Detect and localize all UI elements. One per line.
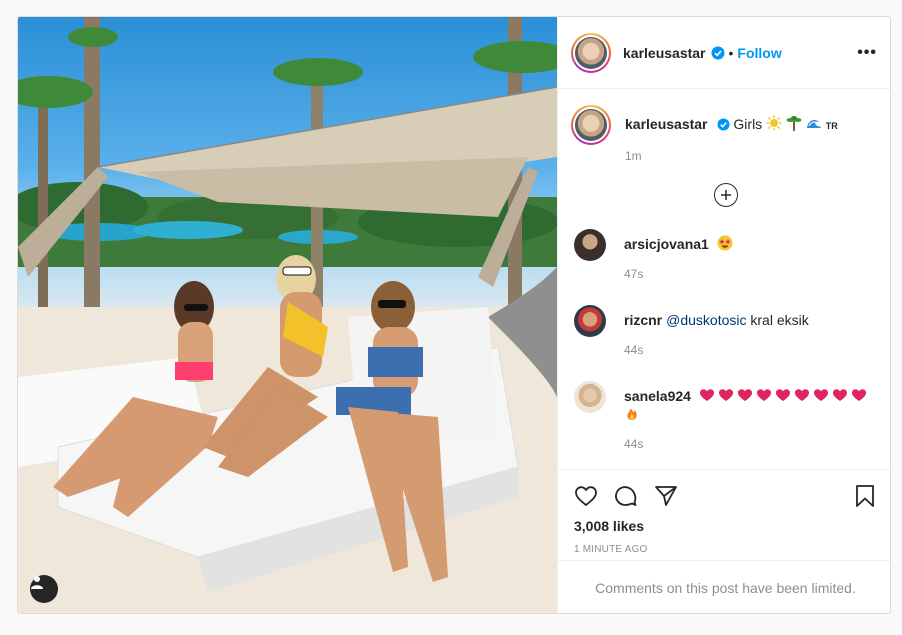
likes-count[interactable]: 3,008 likes xyxy=(574,518,877,534)
share-paper-plane-icon[interactable] xyxy=(654,484,678,508)
star-struck-emoji-icon xyxy=(717,235,733,251)
follow-button[interactable]: Follow xyxy=(737,45,781,61)
comment-item: sanela924 44s xyxy=(574,381,877,453)
plus-circle-icon[interactable] xyxy=(713,183,738,207)
comment-time: 47s xyxy=(624,267,644,281)
post-photo[interactable] xyxy=(18,17,557,613)
comment-username[interactable]: rizcnr xyxy=(624,312,662,328)
more-options-icon[interactable]: ••• xyxy=(857,44,877,62)
palm-tree-emoji-icon xyxy=(786,116,802,131)
commenter-avatar[interactable] xyxy=(574,305,606,337)
load-more-comments[interactable] xyxy=(574,183,877,207)
heart-emoji-icon xyxy=(775,389,790,401)
author-avatar[interactable] xyxy=(571,32,611,73)
heart-emoji-icon xyxy=(699,389,714,401)
caption-time: 1m xyxy=(625,149,642,163)
heart-emoji-icon xyxy=(813,389,828,401)
comment-mention-link[interactable]: @duskotosic xyxy=(666,312,746,328)
heart-emoji-icon xyxy=(794,389,809,401)
like-heart-icon[interactable] xyxy=(574,484,598,508)
comment-time: 44s xyxy=(624,437,644,451)
verified-badge-icon xyxy=(711,46,725,59)
comment-bubble-icon[interactable] xyxy=(614,484,638,508)
fire-emoji-icon xyxy=(627,408,637,420)
heart-emoji-icon xyxy=(737,389,752,401)
heart-emoji-icon xyxy=(718,389,733,401)
post-card: karleusastar • Follow ••• karleusastar G… xyxy=(17,16,891,614)
comment-username[interactable]: arsicjovana1 xyxy=(624,236,709,252)
commenter-avatar[interactable] xyxy=(574,381,606,413)
comments-section: karleusastar Girls TR 1m arsicjovana1 47… xyxy=(558,89,890,469)
wave-emoji-icon xyxy=(806,120,821,128)
heart-emoji-icon xyxy=(832,389,847,401)
comments-limited-notice: Comments on this post have been limited. xyxy=(558,560,890,613)
author-username[interactable]: karleusastar xyxy=(623,45,706,61)
commenter-avatar[interactable] xyxy=(574,229,606,261)
comment-username[interactable]: sanela924 xyxy=(624,388,691,404)
post-details-panel: karleusastar • Follow ••• karleusastar G… xyxy=(557,17,890,613)
post-caption: karleusastar Girls TR 1m xyxy=(571,105,877,165)
tr-flag-text: TR xyxy=(825,121,838,131)
sun-emoji-icon xyxy=(766,115,782,131)
heart-emoji-icon xyxy=(851,389,866,401)
post-actions: 3,008 likes 1 MINUTE AGO xyxy=(558,469,890,555)
user-tag-icon[interactable] xyxy=(30,575,58,603)
posted-timestamp[interactable]: 1 MINUTE AGO xyxy=(574,544,877,555)
comment-text: kral eksik xyxy=(750,312,809,328)
caption-avatar[interactable] xyxy=(571,105,611,145)
verified-badge-icon xyxy=(716,118,730,131)
save-bookmark-icon[interactable] xyxy=(853,484,877,508)
header-separator: • xyxy=(728,44,734,61)
comment-item: rizcnr @duskotosic kral eksik 44s xyxy=(574,305,877,359)
beach-scene-illustration xyxy=(18,17,557,613)
caption-text: Girls xyxy=(733,116,763,132)
post-header: karleusastar • Follow ••• xyxy=(558,17,890,89)
comment-time: 44s xyxy=(624,343,644,357)
caption-username[interactable]: karleusastar xyxy=(625,116,708,132)
comment-item: arsicjovana1 47s xyxy=(574,229,877,283)
heart-emoji-icon xyxy=(756,389,771,401)
